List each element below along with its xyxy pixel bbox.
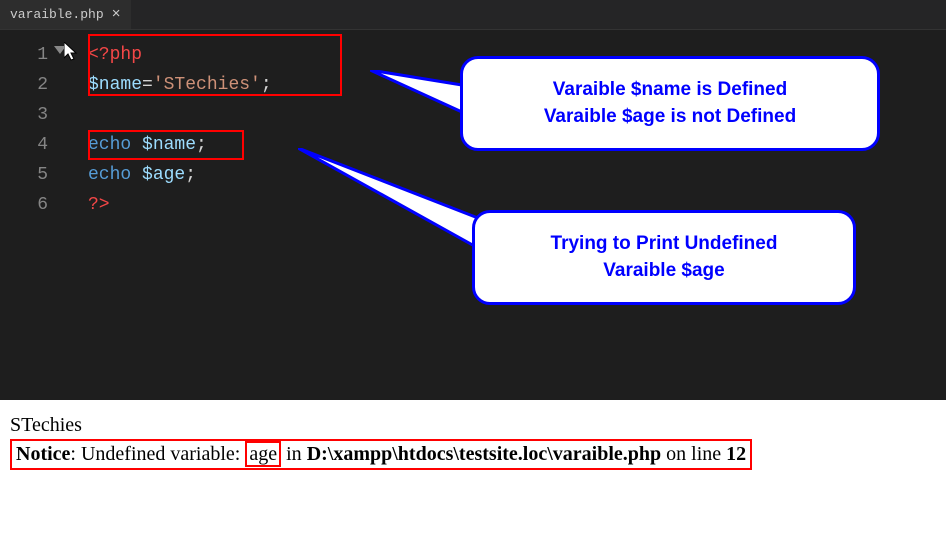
file-tab[interactable]: varaible.php × xyxy=(0,0,131,29)
gutter-line: 1 xyxy=(0,40,48,70)
age-highlight: age xyxy=(245,441,281,467)
close-icon[interactable]: × xyxy=(112,6,121,23)
callout-text: Trying to Print Undefined xyxy=(495,231,833,258)
gutter-line: 5 xyxy=(0,160,48,190)
notice-label: Notice xyxy=(16,443,70,465)
line-number: 12 xyxy=(726,443,746,465)
output-text: STechies xyxy=(10,414,936,437)
annotation-callout: Trying to Print Undefined Varaible $age xyxy=(472,210,856,305)
gutter-line: 6 xyxy=(0,190,48,220)
callout-tail xyxy=(298,148,483,253)
gutter-line: 3 xyxy=(0,100,48,130)
highlight-box xyxy=(88,130,244,160)
cursor-icon xyxy=(64,42,80,62)
highlight-box xyxy=(88,34,342,96)
tab-filename: varaible.php xyxy=(10,7,104,22)
tab-bar: varaible.php × xyxy=(0,0,946,30)
callout-text: Varaible $age is not Defined xyxy=(483,104,857,131)
browser-output: STechies Notice: Undefined variable: age… xyxy=(0,400,946,500)
annotation-callout: Varaible $name is Defined Varaible $age … xyxy=(460,56,880,151)
file-path: D:\xampp\htdocs\testsite.loc\varaible.ph… xyxy=(307,443,661,465)
callout-text: Varaible $name is Defined xyxy=(483,77,857,104)
gutter-line: 2 xyxy=(0,70,48,100)
code-line xyxy=(88,100,272,130)
callout-text: Varaible $age xyxy=(495,258,833,285)
code-editor: varaible.php × 1 2 3 4 5 6 <?php $name='… xyxy=(0,0,946,400)
callout-tail xyxy=(370,70,470,120)
line-gutter: 1 2 3 4 5 6 xyxy=(0,40,58,220)
code-line: ?> xyxy=(88,190,272,220)
notice-message: Notice: Undefined variable: age in D:\xa… xyxy=(10,439,752,470)
gutter-line: 4 xyxy=(0,130,48,160)
code-line: echo $age; xyxy=(88,160,272,190)
